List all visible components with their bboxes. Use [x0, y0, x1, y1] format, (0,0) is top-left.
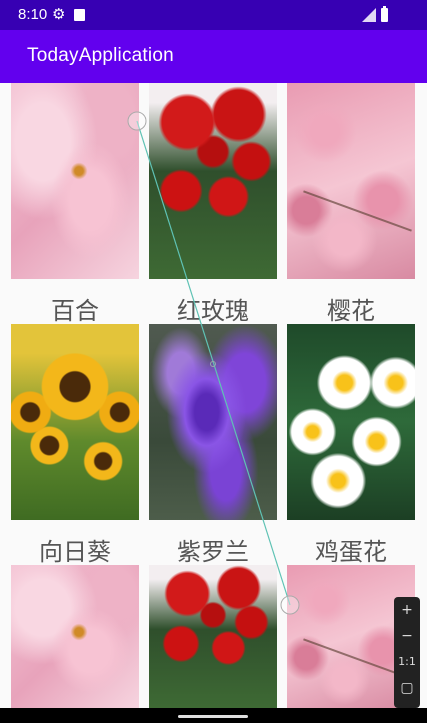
grid-item-label: 紫罗兰: [177, 538, 249, 566]
signal-icon: [362, 8, 376, 22]
sunflower-image[interactable]: [11, 324, 139, 520]
flower-grid[interactable]: 百合 红玫瑰 樱花 向日葵 紫罗兰 鸡蛋花: [0, 83, 427, 708]
zoom-controls: + − 1:1 ▢: [394, 597, 420, 708]
grid-item-label: 百合: [51, 297, 99, 325]
app-bar: TodayApplication: [0, 30, 427, 83]
gear-icon: ⚙: [52, 5, 66, 23]
status-time: 8:10: [18, 6, 48, 23]
lily-image[interactable]: [11, 83, 139, 279]
grid-item-label: 红玫瑰: [177, 297, 249, 325]
app-title: TodayApplication: [27, 45, 174, 66]
battery-icon: [381, 6, 388, 22]
fit-screen-icon[interactable]: ▢: [394, 675, 420, 701]
grid-item-label: 樱花: [327, 297, 375, 325]
one-to-one-button[interactable]: 1:1: [394, 649, 420, 675]
home-gesture-pill[interactable]: [178, 715, 248, 718]
frangipani-image[interactable]: [287, 324, 415, 520]
grid-item-label: 鸡蛋花: [315, 538, 387, 566]
lily-image[interactable]: [11, 565, 139, 708]
zoom-in-button[interactable]: +: [394, 597, 420, 623]
navigation-bar: [0, 708, 427, 723]
cherry-blossom-image[interactable]: [287, 83, 415, 279]
red-rose-image[interactable]: [149, 83, 277, 279]
red-rose-image[interactable]: [149, 565, 277, 708]
zoom-out-button[interactable]: −: [394, 623, 420, 649]
grid-item-label: 向日葵: [39, 538, 111, 566]
sd-card-icon: [74, 9, 85, 21]
status-bar: 8:10 ⚙: [0, 0, 427, 30]
violet-image[interactable]: [149, 324, 277, 520]
